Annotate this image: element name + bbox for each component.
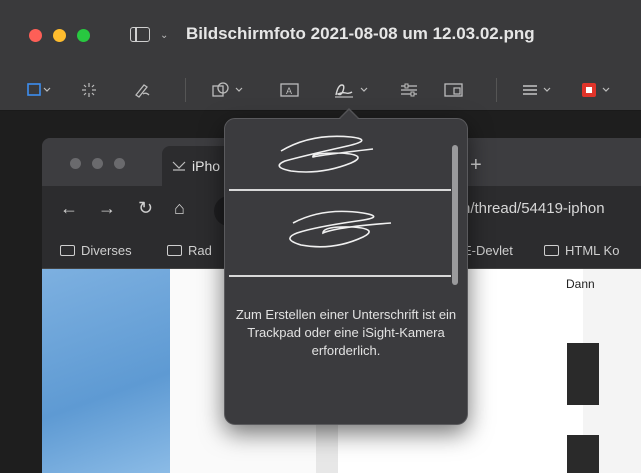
border-color-tool[interactable] <box>581 82 615 98</box>
selection-icon <box>27 83 51 96</box>
home-icon: ⌂ <box>174 198 185 218</box>
bookmark-label: HTML Ko <box>565 243 620 258</box>
adjust-size-icon <box>444 83 463 97</box>
bookmark-label: Diverses <box>81 243 132 258</box>
folder-icon <box>167 245 182 256</box>
signature-hint-text: Zum Erstellen einer Unterschrift ist ein… <box>235 307 457 358</box>
back-icon: ← <box>60 198 78 218</box>
chevron-down-icon[interactable]: ⌄ <box>160 30 168 41</box>
sky-photo <box>42 269 170 473</box>
reload-icon: ↻ <box>138 198 154 218</box>
close-button[interactable] <box>29 29 42 42</box>
signature-drawing <box>289 210 392 248</box>
border-color-icon <box>582 83 610 97</box>
signature-option[interactable] <box>229 193 451 275</box>
adjust-color-icon <box>401 83 417 97</box>
minimize-button[interactable] <box>53 29 66 42</box>
signature-popover <box>224 118 468 425</box>
signature-divider <box>229 189 451 191</box>
toolbar-divider <box>496 78 497 102</box>
bookmark-item: E-Devlet <box>463 243 513 258</box>
tab-favicon-icon <box>172 161 186 171</box>
signature-divider <box>229 275 451 277</box>
adjust-color-tool[interactable] <box>400 82 418 98</box>
window-dot <box>114 158 125 169</box>
window-title: Bildschirmfoto 2021-08-08 um 12.03.02.pn… <box>186 24 535 43</box>
signature-tool[interactable] <box>333 82 373 98</box>
toolbar-divider <box>185 78 186 102</box>
signature-drawing <box>278 135 374 173</box>
folder-icon <box>60 245 75 256</box>
thumbnail-caption: Dann <box>566 277 595 291</box>
bookmark-item: Rad <box>167 243 212 258</box>
bookmark-label: E-Devlet <box>463 243 513 258</box>
bookmark-label: Rad <box>188 243 212 258</box>
instant-alpha-icon <box>82 83 96 97</box>
thumbnail-image <box>567 343 599 405</box>
new-tab-icon: + <box>470 154 482 176</box>
bookmark-item: Diverses <box>60 243 132 258</box>
popover-arrow-fill <box>339 110 359 120</box>
browser-tab-title: iPho <box>192 158 221 174</box>
shapes-tool[interactable] <box>212 82 246 98</box>
line-style-tool[interactable] <box>522 82 556 98</box>
line-style-icon <box>523 85 551 95</box>
selection-tool[interactable] <box>27 82 53 98</box>
textbox-tool[interactable]: A <box>280 82 300 98</box>
forward-icon: → <box>98 198 116 218</box>
sidebar-toggle-icon[interactable] <box>130 27 150 42</box>
shapes-icon <box>212 82 243 97</box>
svg-text:A: A <box>286 86 292 96</box>
textbox-icon: A <box>280 83 299 97</box>
bookmark-item: HTML Ko <box>544 243 619 258</box>
address-url: n/thread/54419-iphon <box>462 200 605 217</box>
adjust-size-tool[interactable] <box>444 82 464 98</box>
zoom-button[interactable] <box>77 29 90 42</box>
sketch-tool[interactable] <box>133 82 151 98</box>
sketch-icon <box>135 84 150 98</box>
signature-icon <box>335 84 368 98</box>
window-dot <box>70 158 81 169</box>
instant-alpha-tool[interactable] <box>80 82 98 98</box>
folder-icon <box>544 245 559 256</box>
popover-scrollbar[interactable] <box>452 145 458 285</box>
window-dot <box>92 158 103 169</box>
thumbnail-image <box>567 435 599 473</box>
signature-option[interactable] <box>229 121 451 189</box>
